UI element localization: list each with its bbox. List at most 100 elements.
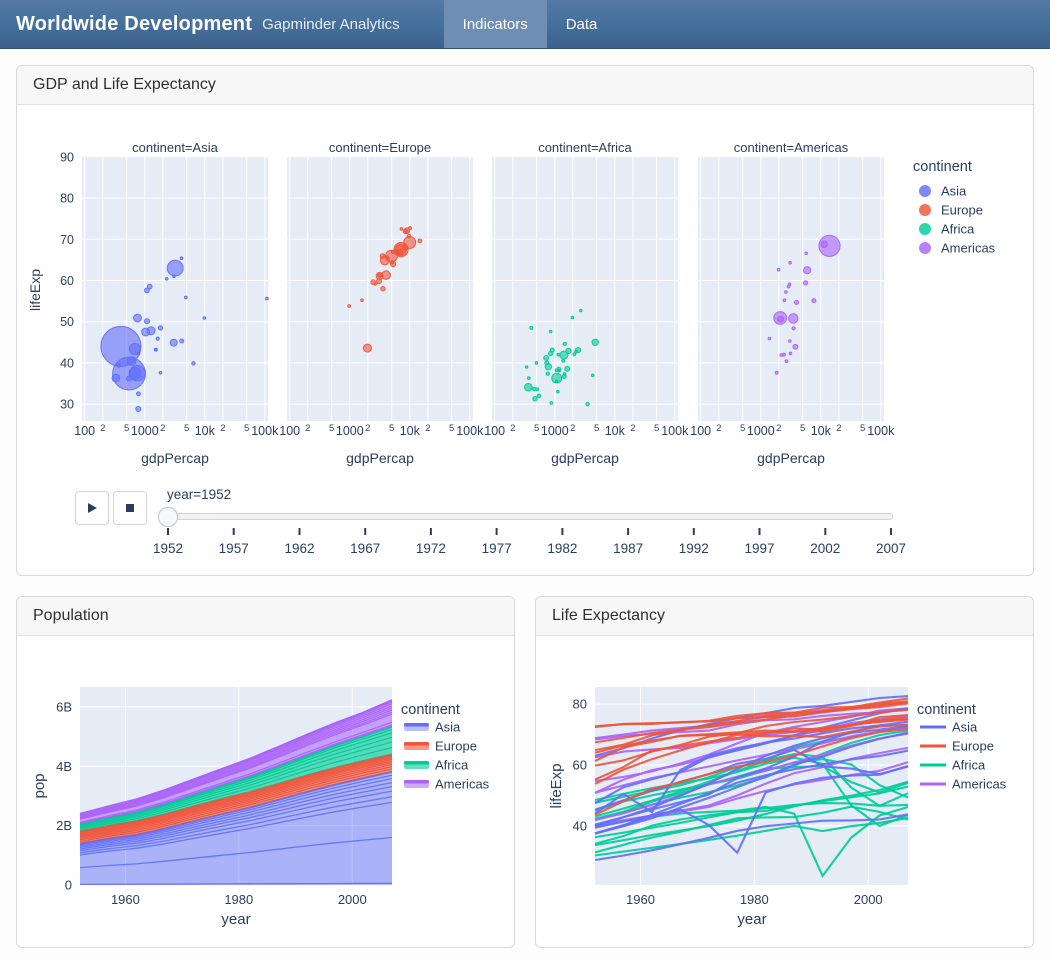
app-subtitle: Gapminder Analytics [262, 16, 400, 33]
facet-title: continent=Asia [132, 140, 218, 155]
svg-text:1997: 1997 [744, 541, 774, 556]
svg-text:30: 30 [60, 398, 74, 412]
svg-text:2: 2 [220, 423, 225, 434]
svg-text:Europe: Europe [952, 739, 994, 754]
year-slider-track[interactable] [165, 513, 893, 520]
svg-text:2: 2 [160, 423, 165, 434]
svg-text:5: 5 [594, 423, 599, 434]
svg-text:5: 5 [740, 423, 745, 434]
legend-item: Americas [941, 241, 996, 256]
svg-text:1972: 1972 [416, 541, 446, 556]
year-slider-handle[interactable] [158, 507, 178, 527]
facet-title: continent=Americas [734, 140, 849, 155]
svg-text:100: 100 [74, 424, 95, 438]
population-card: Population 02B4B6B196019802000popyearcon… [16, 596, 515, 948]
svg-text:2: 2 [100, 423, 105, 434]
app-title: Worldwide Development [16, 13, 252, 36]
continent-legend[interactable]: continentAsiaEuropeAfricaAmericas [913, 159, 996, 256]
tab-data[interactable]: Data [547, 0, 617, 48]
population-area-chart[interactable]: 02B4B6B196019802000popyearcontinentAsiaE… [17, 640, 514, 945]
svg-text:2: 2 [630, 423, 635, 434]
life-expectancy-line-chart[interactable]: 406080196019802000lifeExpyearcontinentAs… [536, 640, 1033, 945]
svg-text:1967: 1967 [350, 541, 380, 556]
play-button[interactable] [75, 491, 109, 525]
svg-text:100k: 100k [661, 424, 689, 438]
svg-text:5: 5 [449, 423, 454, 434]
svg-text:1000: 1000 [336, 424, 364, 438]
life-expectancy-card-title: Life Expectancy [536, 597, 1033, 636]
svg-text:2: 2 [365, 423, 370, 434]
gdp-life-figure-area: lifeExp30405060708090continent=Asia10010… [17, 105, 1033, 575]
life-expectancy-card: Life Expectancy 406080196019802000lifeEx… [535, 596, 1034, 948]
svg-text:100: 100 [690, 424, 711, 438]
svg-text:2: 2 [716, 423, 721, 434]
facet-title: continent=Europe [329, 140, 431, 155]
svg-text:60: 60 [573, 758, 587, 773]
svg-text:1000: 1000 [747, 424, 775, 438]
facet-africa[interactable]: continent=Africa100100010k100k252525gdpP… [484, 140, 689, 466]
main-container: GDP and Life Expectancy lifeExp304050607… [0, 49, 1050, 960]
svg-text:5: 5 [124, 423, 129, 434]
svg-text:2: 2 [425, 423, 430, 434]
svg-text:0: 0 [65, 878, 72, 893]
svg-text:100: 100 [484, 424, 505, 438]
svg-text:80: 80 [60, 192, 74, 206]
year-slider-ticks: 1952195719621967197219771982198719921997… [17, 526, 1017, 567]
svg-text:1000: 1000 [541, 424, 569, 438]
gdp-life-scatter-chart[interactable]: lifeExp30405060708090continent=Asia10010… [17, 107, 1019, 476]
svg-text:continent: continent [401, 702, 460, 718]
life-x-axis-title: year [737, 911, 766, 928]
stop-icon [125, 503, 135, 513]
svg-text:Africa: Africa [435, 758, 469, 773]
svg-text:100k: 100k [456, 424, 484, 438]
stop-button[interactable] [113, 491, 147, 525]
app-page: Worldwide Development Gapminder Analytic… [0, 0, 1050, 960]
svg-text:2: 2 [305, 423, 310, 434]
facet-asia[interactable]: continent=Asia100100010k100k252525gdpPer… [74, 140, 279, 466]
svg-text:6B: 6B [56, 699, 72, 714]
svg-text:70: 70 [60, 233, 74, 247]
svg-text:1960: 1960 [111, 892, 140, 907]
svg-text:1962: 1962 [284, 541, 314, 556]
tab-indicators[interactable]: Indicators [444, 0, 547, 48]
svg-text:40: 40 [60, 356, 74, 370]
facet-americas[interactable]: continent=Americas100100010k100k252525gd… [690, 140, 895, 466]
svg-text:5: 5 [184, 423, 189, 434]
svg-text:4B: 4B [56, 759, 72, 774]
svg-text:1980: 1980 [224, 892, 253, 907]
svg-text:Americas: Americas [435, 777, 490, 792]
svg-text:5: 5 [244, 423, 249, 434]
svg-text:1957: 1957 [219, 541, 249, 556]
navbar: Worldwide Development Gapminder Analytic… [0, 0, 1050, 49]
svg-text:Asia: Asia [435, 720, 461, 735]
svg-text:1982: 1982 [547, 541, 577, 556]
population-card-title: Population [17, 597, 514, 636]
scatter-x-axis-title: gdpPercap [141, 450, 209, 466]
svg-text:1960: 1960 [626, 892, 655, 907]
svg-text:Asia: Asia [952, 720, 978, 735]
svg-text:2: 2 [776, 423, 781, 434]
svg-text:2000: 2000 [338, 892, 367, 907]
gdp-life-card-title: GDP and Life Expectancy [17, 66, 1033, 105]
svg-text:2002: 2002 [810, 541, 840, 556]
pop-y-axis-title: pop [31, 773, 48, 798]
svg-text:continent: continent [917, 702, 976, 718]
facet-title: continent=Africa [538, 140, 632, 155]
svg-text:2: 2 [836, 423, 841, 434]
svg-text:2007: 2007 [876, 541, 906, 556]
svg-text:Europe: Europe [435, 739, 477, 754]
svg-text:100k: 100k [867, 424, 895, 438]
legend-item: Europe [941, 203, 983, 218]
svg-text:1980: 1980 [740, 892, 769, 907]
svg-text:10k: 10k [400, 424, 421, 438]
svg-text:5: 5 [860, 423, 865, 434]
svg-text:80: 80 [573, 697, 587, 712]
svg-text:1992: 1992 [679, 541, 709, 556]
life-legend[interactable]: continentAsiaEuropeAfricaAmericas [917, 702, 1007, 792]
pop-legend[interactable]: continent Asia Europe Africa Americas [401, 702, 490, 792]
svg-text:5: 5 [800, 423, 805, 434]
svg-text:90: 90 [60, 150, 74, 164]
svg-text:2: 2 [510, 423, 515, 434]
svg-text:100k: 100k [251, 424, 279, 438]
facet-europe[interactable]: continent=Europe100100010k100k252525gdpP… [279, 140, 484, 466]
